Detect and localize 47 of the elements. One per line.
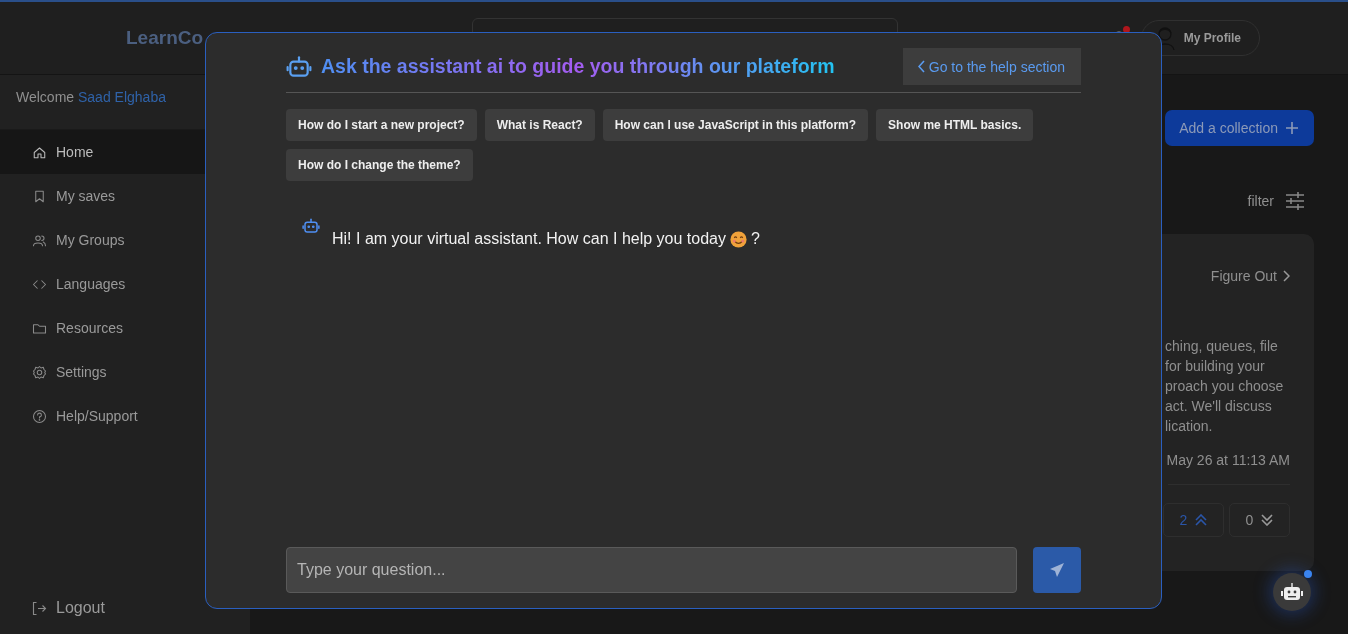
post-text-line: ching, queues, file (1165, 337, 1279, 356)
figure-out-link[interactable]: Figure Out (1210, 268, 1290, 284)
sidebar-item[interactable]: My Groups (0, 218, 250, 262)
robot-icon (286, 53, 312, 80)
help-icon (32, 408, 47, 424)
settings-icon (32, 364, 47, 380)
robot-icon (302, 217, 320, 235)
send-button[interactable] (1033, 547, 1081, 593)
suggestion-chip[interactable]: How do I start a new project? (286, 109, 477, 141)
logo: LearnCo (126, 27, 204, 49)
sidebar-item[interactable]: Settings (0, 350, 250, 394)
chevron-right-icon (1283, 270, 1290, 282)
double-chevron-up-icon (1195, 514, 1208, 526)
logout-icon (32, 600, 47, 616)
sliders-icon (1286, 192, 1304, 210)
add-collection-button[interactable]: Add a collection (1165, 110, 1314, 146)
sidebar-item[interactable]: My saves (0, 174, 250, 218)
bookmark-icon (32, 188, 47, 204)
home-icon (32, 144, 47, 160)
filter-button[interactable]: filter (1247, 192, 1304, 210)
double-chevron-down-icon (1261, 514, 1274, 526)
post-text-line: lication. (1165, 417, 1214, 436)
post-text-line: act. We'll discuss (1165, 397, 1273, 416)
question-input[interactable]: Type your question... (286, 547, 1017, 593)
assistant-message: Hi! I am your virtual assistant. How can I help you today (332, 230, 726, 248)
robot-icon (1281, 582, 1303, 602)
assistant-title: Ask the assistant ai to guide you through our plateform (321, 55, 835, 78)
post-text-line: for building your (1165, 357, 1266, 376)
paper-plane-icon (1049, 562, 1065, 578)
sidebar-item[interactable]: Resources (0, 306, 250, 350)
post-date: May 26 at 11:13 AM (1166, 452, 1290, 468)
help-section-button[interactable]: Go to the help section (902, 48, 1081, 85)
smiley-icon (729, 230, 747, 248)
post-text-line: proach you choose (1165, 377, 1285, 396)
logout-link[interactable]: Logout (0, 596, 250, 620)
message-punctuation: ? (750, 230, 760, 248)
welcome-text: Welcome Saad Elghaba (16, 89, 166, 105)
users-icon (32, 232, 47, 248)
suggestion-chip[interactable]: How can I use JavaScript in this platform? (602, 109, 869, 141)
plus-icon (1286, 122, 1298, 134)
chevron-left-icon (917, 60, 925, 73)
sidebar-item[interactable]: Help/Support (0, 394, 250, 438)
suggestion-chip[interactable]: What is React? (484, 109, 595, 141)
suggestion-chip[interactable]: How do I change the theme? (286, 149, 473, 181)
downvote-button[interactable]: 0 (1229, 503, 1290, 537)
sidebar-item[interactable]: Languages (0, 262, 250, 306)
suggestion-chip[interactable]: Show me HTML basics. (876, 109, 1034, 141)
